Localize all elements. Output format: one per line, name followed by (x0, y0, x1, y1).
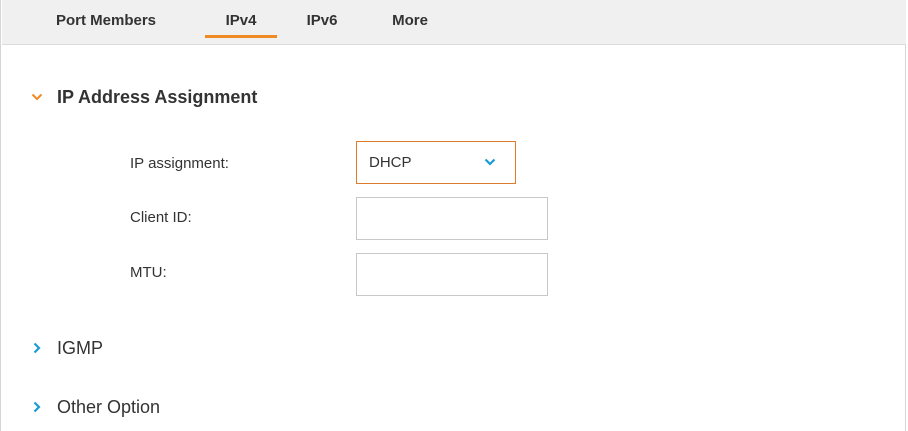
chevron-down-icon (31, 93, 43, 101)
client-id-input[interactable] (356, 197, 548, 240)
panel-frame: Port Members IPv4 IPv6 More IP Address A… (0, 0, 906, 431)
tab-more[interactable]: More (382, 0, 438, 44)
section-title: Other Option (57, 396, 161, 417)
mtu-label: MTU: (130, 264, 167, 281)
ip-assignment-label: IP assignment: (130, 155, 229, 172)
ip-assignment-value: DHCP (369, 154, 412, 171)
tab-ipv6[interactable]: IPv6 (296, 0, 348, 44)
client-id-label: Client ID: (130, 209, 192, 226)
mtu-input[interactable] (356, 253, 548, 296)
chevron-right-icon (33, 342, 41, 354)
tab-bar: Port Members IPv4 IPv6 More (2, 0, 906, 45)
section-header-ip-address-assignment[interactable]: IP Address Assignment (31, 84, 257, 110)
ip-assignment-select[interactable]: DHCP (356, 141, 516, 184)
chevron-down-icon (484, 158, 496, 166)
section-header-other-option[interactable]: Other Option (31, 394, 160, 420)
tab-port-members[interactable]: Port Members (39, 0, 173, 44)
chevron-right-icon (33, 401, 41, 413)
section-title: IP Address Assignment (57, 86, 258, 107)
section-title: IGMP (57, 337, 104, 358)
section-header-igmp[interactable]: IGMP (31, 335, 103, 361)
tab-ipv4[interactable]: IPv4 (205, 0, 277, 44)
